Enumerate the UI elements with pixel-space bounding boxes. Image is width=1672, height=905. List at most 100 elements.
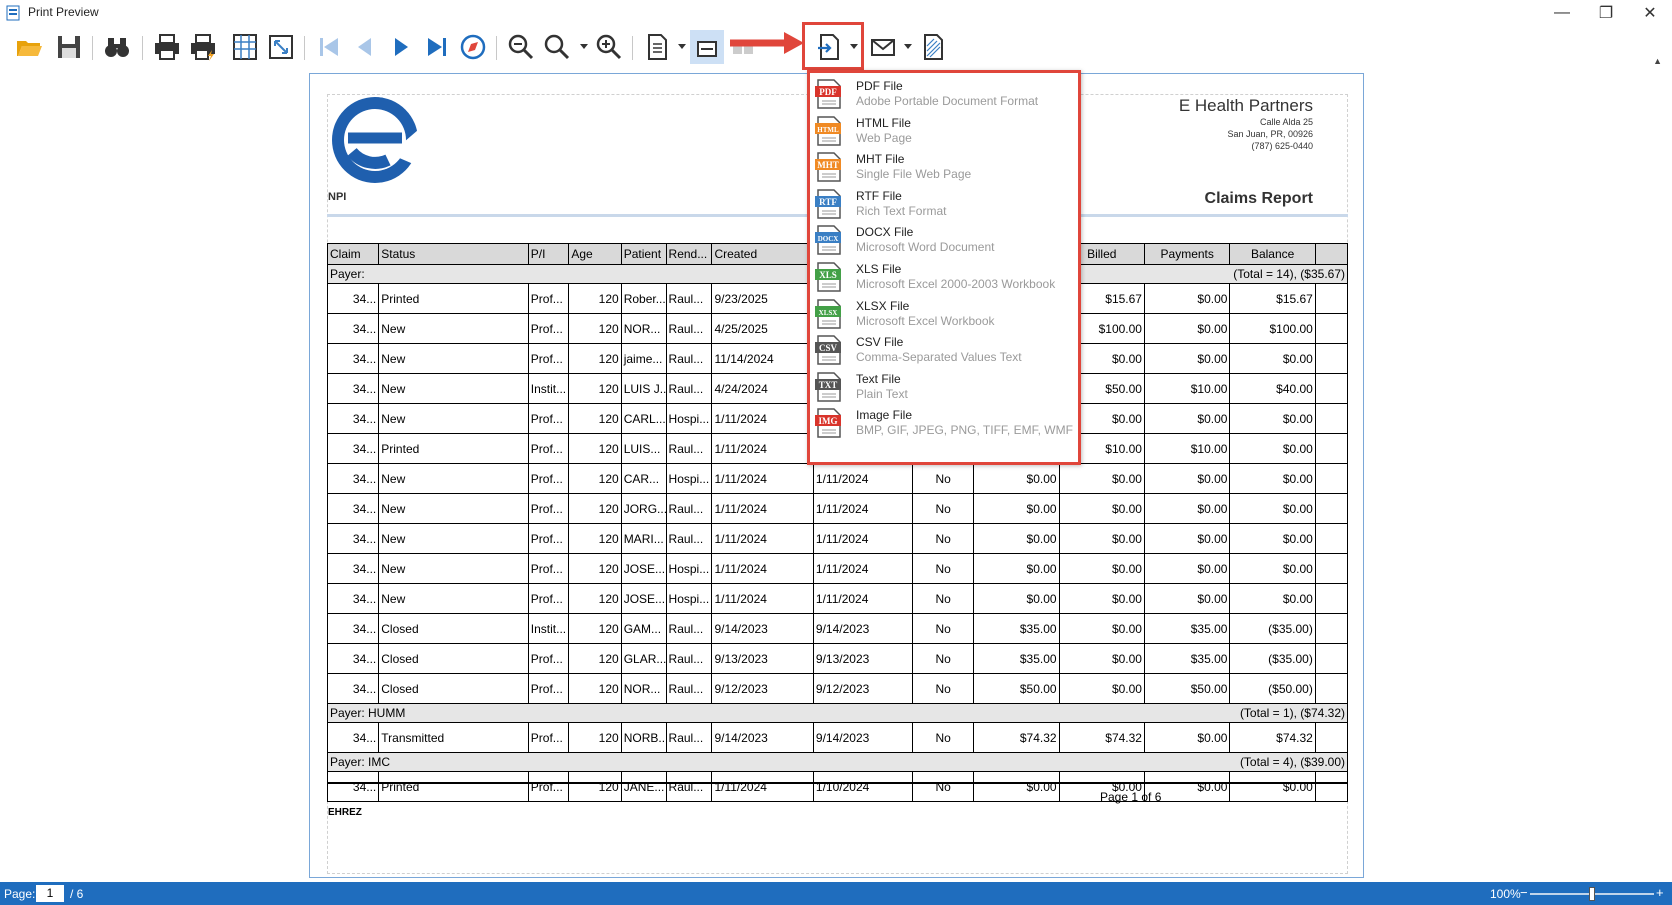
zoom-decrease-button[interactable]: −	[1520, 885, 1528, 900]
table-cell: $0.00	[973, 771, 1060, 802]
export-xlsx-item[interactable]: XLSX XLSX File Microsoft Excel Workbook	[810, 294, 1078, 333]
scale-button[interactable]	[264, 30, 298, 64]
table-cell: LUIS...	[620, 433, 667, 464]
table-cell: No	[912, 722, 975, 753]
print-button[interactable]	[150, 30, 184, 64]
page-setup-button[interactable]	[228, 30, 262, 64]
table-cell: Instit...	[527, 613, 570, 644]
table-row[interactable]: 34... New Prof... 120 JOSE... Hospi... 1/11/20…	[326, 583, 1349, 614]
restore-button[interactable]: ❐	[1584, 2, 1628, 24]
table-row[interactable]: 34... Closed Prof... 120 NOR... Raul... 9/12/2…	[326, 673, 1349, 704]
table-row[interactable]: 34... New Prof... 120 MARI... Raul... 1/11/202…	[326, 523, 1349, 554]
navigation-button[interactable]	[456, 30, 490, 64]
watermark-button[interactable]	[916, 30, 950, 64]
export-item-title: HTML File	[856, 115, 911, 130]
table-cell: 9/14/2023	[812, 722, 914, 753]
page-label: Page:	[4, 887, 36, 901]
layout-dropdown-arrow[interactable]	[678, 44, 686, 49]
column-header[interactable]: Payments	[1143, 243, 1231, 265]
column-header[interactable]: Balance	[1229, 243, 1316, 265]
export-item-description: Comma-Separated Values Text	[856, 350, 1022, 365]
table-cell: Closed	[378, 613, 529, 644]
export-mht-item[interactable]: MHT MHT File Single File Web Page	[810, 147, 1078, 186]
export-xls-item[interactable]: XLS XLS File Microsoft Excel 2000-2003 Wor…	[810, 257, 1078, 296]
page-layout-button[interactable]	[640, 30, 674, 64]
address-line-1: Calle Alda 25	[1259, 117, 1313, 127]
column-header[interactable]: Rend...	[665, 243, 713, 265]
zoom-out-button[interactable]	[504, 30, 538, 64]
column-header[interactable]: Created	[711, 243, 814, 265]
first-page-button[interactable]	[312, 30, 346, 64]
export-txt-item[interactable]: TXT Text File Plain Text	[810, 367, 1078, 406]
table-cell: Prof...	[527, 313, 570, 344]
table-cell: 34...	[326, 643, 380, 674]
table-cell: Raul...	[665, 523, 713, 554]
table-cell: 120	[568, 343, 622, 374]
group-label: Payer: IMC	[327, 752, 814, 772]
column-header[interactable]: Status	[378, 243, 529, 265]
zoom-increase-button[interactable]: +	[1656, 885, 1664, 900]
table-cell	[1314, 523, 1349, 554]
column-header[interactable]: P/I	[527, 243, 570, 265]
export-csv-item[interactable]: CSV CSV File Comma-Separated Values Text	[810, 330, 1078, 369]
zoom-slider[interactable]	[1530, 887, 1654, 901]
column-header[interactable]: Age	[568, 243, 622, 265]
table-row[interactable]: 34... Closed Prof... 120 GLAR... Raul... 9/13/…	[326, 643, 1349, 674]
table-row[interactable]: 34... Printed Prof... 120 JANE... Raul... 1/11…	[326, 771, 1349, 802]
zoom-slider-thumb[interactable]	[1589, 887, 1595, 901]
export-img-item[interactable]: IMG Image File BMP, GIF, JPEG, PNG, TIFF, …	[810, 403, 1078, 442]
quick-print-button[interactable]	[186, 30, 220, 64]
table-cell: No	[912, 673, 975, 704]
find-button[interactable]	[100, 30, 134, 64]
export-docx-item[interactable]: DOCX DOCX File Microsoft Word Document	[810, 220, 1078, 259]
table-cell: 120	[568, 771, 622, 802]
minimize-button[interactable]: —	[1540, 2, 1584, 24]
table-cell: CARL...	[620, 403, 667, 434]
multiple-pages-button[interactable]	[690, 30, 724, 64]
table-cell: Prof...	[527, 673, 570, 704]
next-page-button[interactable]	[384, 30, 418, 64]
open-button[interactable]	[12, 30, 46, 64]
column-header[interactable]	[1314, 243, 1349, 265]
table-cell: LUIS J...	[620, 373, 667, 404]
table-cell: Instit...	[527, 373, 570, 404]
save-button[interactable]	[52, 30, 86, 64]
export-rtf-item[interactable]: RTF RTF File Rich Text Format	[810, 184, 1078, 223]
table-cell: $100.00	[1229, 313, 1316, 344]
table-cell	[1314, 643, 1349, 674]
column-header[interactable]: Patient	[620, 243, 667, 265]
send-email-button[interactable]	[866, 30, 900, 64]
table-cell: Hospi...	[665, 553, 713, 584]
export-pdf-item[interactable]: PDF PDF File Adobe Portable Document Forma…	[810, 74, 1078, 113]
table-row[interactable]: 34... New Prof... 120 CAR... Hospi... 1/11/202…	[326, 463, 1349, 494]
table-row[interactable]: 34... Closed Instit... 120 GAM... Raul... 9/14…	[326, 613, 1349, 644]
img-file-icon: IMG	[815, 408, 841, 439]
column-header[interactable]: Claim	[326, 243, 380, 265]
export-item-description: Single File Web Page	[856, 167, 972, 182]
zoom-button[interactable]	[540, 30, 574, 64]
table-row[interactable]: 34... New Prof... 120 JOSE... Hospi... 1/11/20…	[326, 553, 1349, 584]
zoom-in-button[interactable]	[592, 30, 626, 64]
table-cell: Raul...	[665, 313, 713, 344]
export-html-item[interactable]: HTML HTML File Web Page	[810, 111, 1078, 150]
table-cell: 9/13/2023	[711, 643, 814, 674]
close-button[interactable]: ✕	[1628, 2, 1672, 24]
email-dropdown-arrow[interactable]	[904, 44, 912, 49]
table-cell: 34...	[326, 553, 380, 584]
table-row[interactable]: 34... Transmitted Prof... 120 NORB... Raul...…	[326, 722, 1349, 753]
quick-print-icon	[191, 34, 215, 61]
table-cell: Raul...	[665, 673, 713, 704]
document-icon	[648, 34, 667, 60]
scroll-up-arrow[interactable]: ▲	[1653, 56, 1662, 66]
last-page-button[interactable]	[420, 30, 454, 64]
table-cell: 34...	[326, 463, 380, 494]
previous-page-button[interactable]	[348, 30, 382, 64]
group-label: Payer: HUMM	[327, 703, 814, 723]
zoom-dropdown-arrow[interactable]	[580, 44, 588, 49]
table-cell: $0.00	[973, 553, 1060, 584]
table-row[interactable]: 34... New Prof... 120 JORG... Raul... 1/11/202…	[326, 493, 1349, 524]
mht-file-icon: MHT	[815, 152, 841, 182]
page-number-input[interactable]: 1	[36, 885, 64, 902]
table-cell: New	[378, 403, 529, 434]
group-total: (Total = 4), ($39.00)	[813, 752, 1349, 772]
